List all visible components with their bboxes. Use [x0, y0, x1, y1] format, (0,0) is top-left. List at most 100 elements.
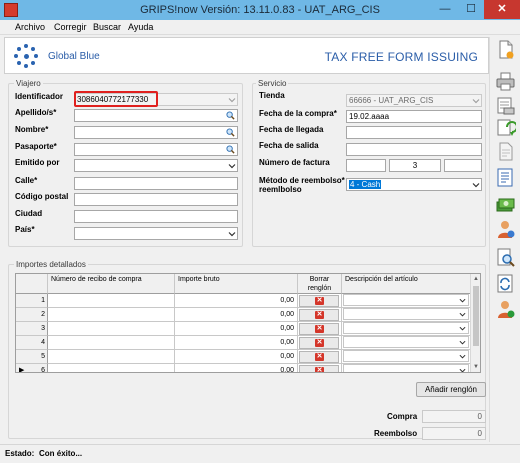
descripcion-combo[interactable]: [343, 322, 469, 334]
row-number[interactable]: 1: [16, 294, 48, 308]
row-number[interactable]: 5: [16, 350, 48, 364]
ciudad-label: Ciudad: [15, 209, 43, 218]
nombre-field[interactable]: [74, 126, 238, 139]
metodo-reembolso-label: Método de reembolso*: [259, 176, 345, 185]
table-scrollbar[interactable]: ▲ ▼: [470, 274, 480, 372]
chevron-down-icon[interactable]: [459, 325, 466, 332]
delete-row-button[interactable]: ✕: [299, 365, 339, 372]
scrollbar-thumb[interactable]: [473, 286, 479, 346]
importe-cell[interactable]: 0,00: [175, 294, 298, 308]
importe-cell[interactable]: 0,00: [175, 336, 298, 350]
row-number[interactable]: 4: [16, 336, 48, 350]
chevron-down-icon[interactable]: [459, 353, 466, 360]
recibo-cell[interactable]: [48, 322, 175, 336]
descripcion-combo[interactable]: [343, 350, 469, 362]
chevron-down-icon[interactable]: [472, 181, 480, 189]
menu-corregir[interactable]: Corregir: [54, 22, 87, 32]
delete-row-button[interactable]: ✕: [299, 337, 339, 349]
recibo-cell[interactable]: [48, 308, 175, 322]
close-button[interactable]: ✕: [484, 0, 520, 19]
list-document-icon[interactable]: [495, 167, 516, 188]
refresh-icon[interactable]: [495, 117, 516, 138]
chevron-down-icon[interactable]: [228, 230, 236, 238]
descripcion-cell: [342, 322, 472, 336]
descripcion-combo[interactable]: [343, 294, 469, 306]
ciudad-field[interactable]: [74, 210, 238, 223]
importe-cell[interactable]: 0,00: [175, 364, 298, 372]
minimize-button[interactable]: —: [432, 0, 458, 19]
factura-part-3[interactable]: [444, 159, 482, 172]
new-document-icon[interactable]: [495, 39, 516, 60]
col-header-recibo[interactable]: Número de recibo de compra: [48, 274, 175, 294]
maximize-button[interactable]: ☐: [458, 0, 484, 19]
sync-document-icon[interactable]: [495, 273, 516, 294]
add-row-button[interactable]: Añadir renglón: [416, 382, 486, 397]
search-icon[interactable]: [226, 128, 235, 137]
calle-field[interactable]: [74, 177, 238, 190]
emitido-por-select[interactable]: [74, 159, 238, 172]
money-icon[interactable]: [495, 195, 516, 216]
menu-buscar[interactable]: Buscar: [93, 22, 121, 32]
col-header-descripcion[interactable]: Descripción del artículo: [342, 274, 472, 294]
scroll-down-icon[interactable]: ▼: [471, 362, 480, 372]
recibo-cell[interactable]: [48, 294, 175, 308]
metodo-reembolso-select[interactable]: 4 - Cash: [346, 178, 482, 191]
user-icon[interactable]: [495, 219, 516, 240]
borrar-cell: ✕: [298, 294, 342, 308]
apellidos-field[interactable]: [74, 109, 238, 122]
user-refresh-icon[interactable]: [495, 299, 516, 320]
chevron-down-icon[interactable]: [459, 297, 466, 304]
chevron-down-icon[interactable]: [228, 162, 236, 170]
tienda-select: 66666 - UAT_ARG_CIS: [346, 94, 482, 107]
print-preview-icon[interactable]: [495, 95, 516, 116]
compra-label: Compra: [387, 412, 418, 421]
descripcion-combo[interactable]: [343, 364, 469, 373]
descripcion-combo[interactable]: [343, 308, 469, 320]
scroll-up-icon[interactable]: ▲: [471, 274, 480, 284]
delete-row-button[interactable]: ✕: [299, 309, 339, 321]
fecha-llegada-label: Fecha de llegada: [259, 125, 324, 134]
delete-row-button[interactable]: ✕: [299, 295, 339, 307]
delete-row-button[interactable]: ✕: [299, 351, 339, 363]
fecha-salida-field[interactable]: [346, 143, 482, 156]
search-document-icon[interactable]: [495, 247, 516, 268]
recibo-cell[interactable]: [48, 350, 175, 364]
document-icon[interactable]: [495, 141, 516, 162]
factura-part-2[interactable]: 3: [389, 159, 441, 172]
delete-row-button[interactable]: ✕: [299, 323, 339, 335]
codigo-postal-field[interactable]: [74, 193, 238, 206]
print-icon[interactable]: [495, 71, 516, 92]
descripcion-cell: [342, 308, 472, 322]
descripcion-cell: [342, 350, 472, 364]
col-header-importe[interactable]: Importe bruto: [175, 274, 298, 294]
current-row-marker-icon: ▶: [19, 367, 25, 373]
recibo-cell[interactable]: [48, 336, 175, 350]
delete-x-icon: ✕: [315, 325, 324, 333]
status-text: Con éxito...: [39, 449, 83, 458]
delete-x-icon: ✕: [315, 353, 324, 361]
metodo-reembolso-label-2: reemlbolso: [259, 185, 302, 194]
row-number[interactable]: 2: [16, 308, 48, 322]
emitido-por-label: Emitido por: [15, 158, 60, 167]
pasaporte-field[interactable]: [74, 143, 238, 156]
importe-cell[interactable]: 0,00: [175, 308, 298, 322]
menu-archivo[interactable]: Archivo: [15, 22, 45, 32]
main-panel: Global Blue TAX FREE FORM ISSUING Viajer…: [4, 37, 489, 442]
fecha-compra-field[interactable]: 19.02.aaaa: [346, 110, 482, 123]
search-icon[interactable]: [226, 111, 235, 120]
search-icon[interactable]: [226, 145, 235, 154]
row-number[interactable]: ▶ 6: [16, 364, 48, 373]
chevron-down-icon[interactable]: [459, 367, 466, 373]
descripcion-combo[interactable]: [343, 336, 469, 348]
factura-part-1[interactable]: [346, 159, 386, 172]
row-number[interactable]: 3: [16, 322, 48, 336]
importe-cell[interactable]: 0,00: [175, 350, 298, 364]
col-header-borrar[interactable]: Borrar renglón: [298, 274, 342, 294]
menu-ayuda[interactable]: Ayuda: [128, 22, 153, 32]
importe-cell[interactable]: 0,00: [175, 322, 298, 336]
recibo-cell[interactable]: [48, 364, 175, 372]
chevron-down-icon[interactable]: [459, 311, 466, 318]
pais-select[interactable]: [74, 227, 238, 240]
fecha-llegada-field[interactable]: [346, 126, 482, 139]
chevron-down-icon[interactable]: [459, 339, 466, 346]
